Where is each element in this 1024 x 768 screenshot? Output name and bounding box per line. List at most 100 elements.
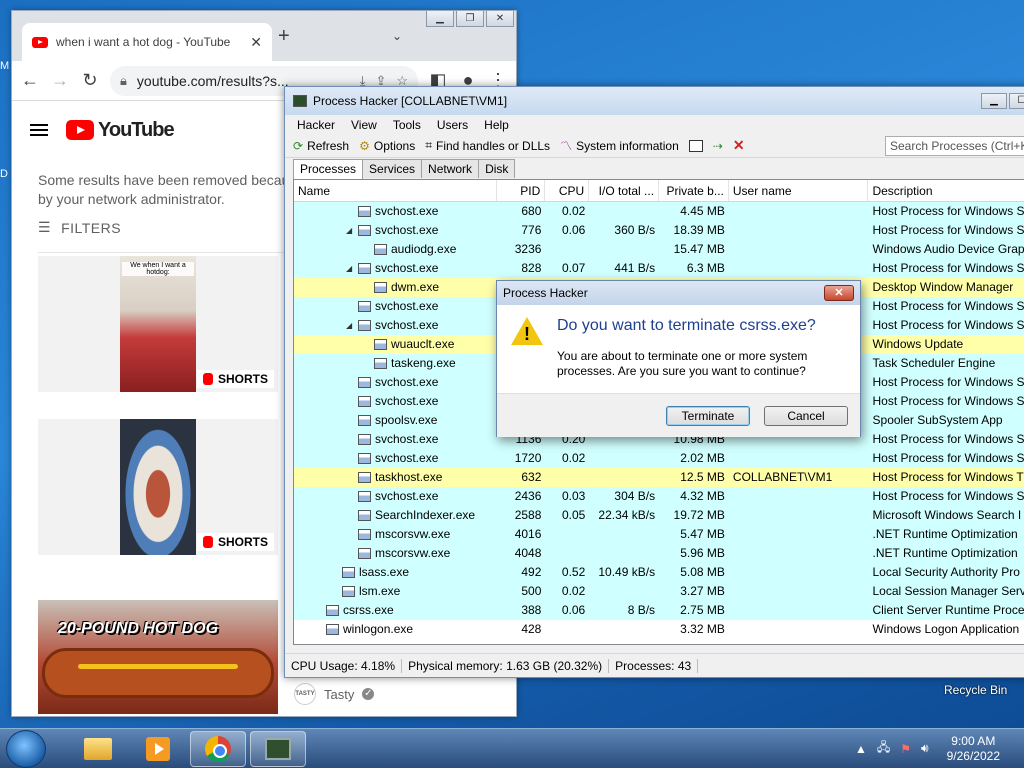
process-row[interactable]: ◢ svchost.exe 776 0.06 360 B/s 18.39 MB Host P… (294, 221, 1024, 240)
process-row[interactable]: mscorsvw.exe 4016 5.47 MB .NET Runtime Opti… (294, 525, 1024, 544)
search-processes-input[interactable]: Search Processes (Ctrl+K) (885, 135, 1024, 156)
tab-services[interactable]: Services (362, 159, 423, 178)
process-icon (358, 206, 371, 217)
find-handles-button[interactable]: ⌗ Find handles or DLLs (425, 138, 550, 153)
process-user-cell: COLLABNET\VM1 (732, 470, 833, 484)
expand-triangle-icon[interactable]: ◢ (346, 316, 354, 335)
terminate-button[interactable]: Terminate (666, 405, 750, 426)
network-icon[interactable]: 🖧 (877, 738, 890, 759)
process-name: svchost.exe (375, 451, 439, 465)
minimize-icon[interactable]: ▁ (426, 11, 454, 27)
ph-title-bar[interactable]: Process Hacker [COLLABNET\VM1] ▁ ☐ (285, 87, 1024, 115)
forward-icon[interactable]: → (50, 70, 70, 91)
process-name-cell: svchost.exe (294, 373, 498, 392)
system-information-button[interactable]: 〽 System information (560, 137, 679, 154)
process-row[interactable]: audiodg.exe 3236 15.47 MB Windows Audio Dev… (294, 240, 1024, 259)
dialog-title-bar[interactable]: Process Hacker ✕ (497, 281, 860, 305)
back-icon[interactable]: ← (20, 70, 40, 91)
process-row[interactable]: winlogon.exe 428 3.32 MB Windows Logon Appl… (294, 620, 1024, 639)
process-row[interactable]: mscorsvw.exe 4048 5.96 MB .NET Runtime Opti… (294, 544, 1024, 563)
channel-row[interactable]: TASTY Tasty ✓ (294, 683, 375, 705)
close-icon[interactable]: ✕ (486, 11, 514, 27)
process-name-cell: mscorsvw.exe (294, 544, 498, 563)
menu-tools[interactable]: Tools (393, 118, 421, 132)
chrome-tab-youtube[interactable]: when i want a hot dog - YouTube ✕ (22, 23, 272, 61)
process-row[interactable]: taskhost.exe 632 12.5 MB COLLABNET\VM1 Host … (294, 468, 1024, 487)
expand-triangle-icon[interactable]: ◢ (346, 221, 354, 240)
video-thumbnail-2[interactable] (120, 419, 196, 555)
video-thumbnail-hotdog[interactable]: 20-POUND HOT DOG (38, 600, 278, 714)
process-icon (358, 491, 371, 502)
cancel-button[interactable]: Cancel (764, 405, 848, 426)
clock[interactable]: 9:00 AM 9/26/2022 (947, 734, 1000, 764)
column-name[interactable]: Name (294, 180, 498, 201)
start-button[interactable] (6, 729, 46, 768)
process-desc-cell: Desktop Window Manager (872, 280, 1014, 294)
menu-hacker[interactable]: Hacker (297, 118, 335, 132)
chevron-down-icon[interactable]: ⌄ (392, 29, 402, 43)
maximize-icon[interactable]: ☐ (1009, 93, 1024, 109)
process-name: SearchIndexer.exe (375, 508, 476, 522)
tab-disk[interactable]: Disk (478, 159, 516, 178)
find-window-icon[interactable]: ⇢ (713, 139, 723, 153)
process-row[interactable]: lsass.exe 492 0.52 10.49 kB/s 5.08 MB Local S… (294, 563, 1024, 582)
process-user-cell (729, 525, 869, 544)
action-center-flag-icon[interactable]: ⚑ (900, 742, 911, 756)
channel-name[interactable]: Tasty (324, 687, 354, 702)
shorts-label: SHORTS (217, 372, 268, 386)
show-hidden-icons-icon[interactable]: ▲ (855, 742, 867, 756)
column-io-total[interactable]: I/O total ... (589, 180, 660, 201)
video-thumbnail-1[interactable]: We when I want a hotdog: (120, 256, 196, 392)
process-cpu-cell (545, 240, 589, 259)
tab-processes[interactable]: Processes (293, 159, 364, 179)
volume-icon[interactable]: 🔊︎ (921, 741, 929, 756)
taskbar-media-player[interactable] (130, 731, 186, 767)
process-row[interactable]: svchost.exe 680 0.02 4.45 MB Host Process fo… (294, 202, 1024, 221)
process-row[interactable]: lsm.exe 500 0.02 3.27 MB Local Session Manag… (294, 582, 1024, 601)
process-row[interactable]: svchost.exe 2436 0.03 304 B/s 4.32 MB Host Pr… (294, 487, 1024, 506)
taskbar-explorer[interactable] (70, 731, 126, 767)
new-tab-icon[interactable]: + (278, 25, 290, 48)
lock-icon[interactable]: 🔒︎ (120, 73, 127, 89)
recycle-bin-label[interactable]: Recycle Bin (944, 683, 1007, 697)
video-result-2[interactable]: SHORTS (38, 419, 278, 555)
video-result-1[interactable]: We when I want a hotdog: SHORTS (38, 256, 278, 392)
process-row[interactable]: svchost.exe 1720 0.02 2.02 MB Host Process f… (294, 449, 1024, 468)
close-icon[interactable]: ✕ (824, 285, 854, 301)
process-row[interactable]: SearchIndexer.exe 2588 0.05 22.34 kB/s 19.72… (294, 506, 1024, 525)
binoculars-icon: ⌗ (425, 138, 432, 152)
column-user-name[interactable]: User name (729, 180, 869, 201)
restore-icon[interactable]: ❐ (456, 11, 484, 27)
options-button[interactable]: ⚙ Options (359, 139, 415, 153)
process-row[interactable]: csrss.exe 388 0.06 8 B/s 2.75 MB Client Serve… (294, 601, 1024, 620)
channel-avatar[interactable]: TASTY (294, 683, 316, 705)
process-icon (326, 605, 339, 616)
menu-users[interactable]: Users (437, 118, 468, 132)
terminate-x-icon[interactable]: ✕ (733, 137, 745, 154)
tab-close-icon[interactable]: ✕ (250, 34, 262, 51)
column-private-bytes[interactable]: Private b... (659, 180, 729, 201)
column-description[interactable]: Description (868, 180, 1024, 201)
menu-view[interactable]: View (351, 118, 377, 132)
process-name: csrss.exe (343, 603, 394, 617)
process-name-cell: ◢ svchost.exe (294, 259, 498, 278)
process-row[interactable]: ◢ svchost.exe 828 0.07 441 B/s 6.3 MB Host Pro… (294, 259, 1024, 278)
menu-help[interactable]: Help (484, 118, 509, 132)
process-name: wuauclt.exe (391, 337, 455, 351)
process-name: lsass.exe (359, 565, 410, 579)
expand-triangle-icon[interactable]: ◢ (346, 259, 354, 278)
chrome-window-controls: ▁ ❐ ✕ (426, 11, 514, 27)
taskbar-process-hacker[interactable] (250, 730, 306, 767)
taskbar-chrome[interactable] (190, 730, 246, 767)
hamburger-menu-icon[interactable] (30, 124, 48, 136)
tab-network[interactable]: Network (421, 159, 480, 178)
reload-icon[interactable]: ↻ (80, 70, 100, 91)
thumbnail-caption: We when I want a hotdog: (122, 262, 194, 276)
minimize-icon[interactable]: ▁ (981, 93, 1007, 109)
refresh-button[interactable]: ⟳ Refresh (293, 139, 349, 153)
column-pid[interactable]: PID (497, 180, 546, 201)
youtube-logo[interactable]: YouTube (66, 119, 175, 142)
window-icon[interactable] (688, 139, 703, 152)
column-cpu[interactable]: CPU (545, 180, 590, 201)
process-priv-cell: 5.47 MB (680, 527, 725, 541)
